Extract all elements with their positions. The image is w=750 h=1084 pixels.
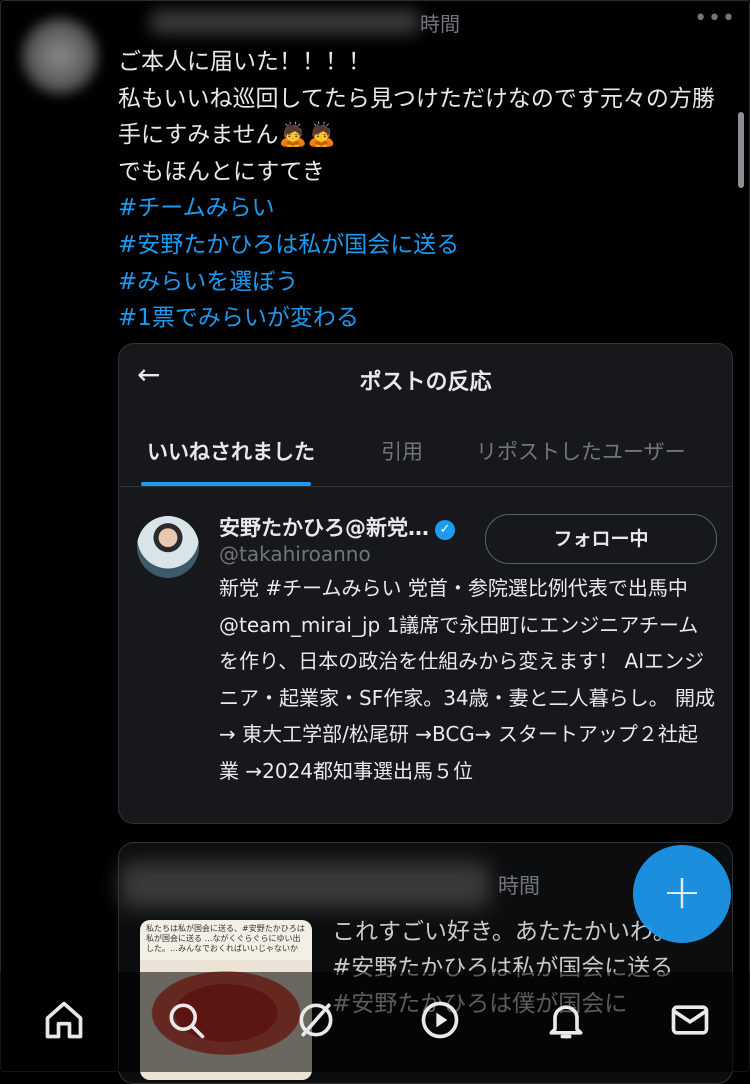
blurred-username [150, 10, 420, 34]
compose-button[interactable]: + [633, 845, 731, 943]
active-tab-indicator [141, 482, 311, 486]
tab-reposts[interactable]: リポストしたユーザー [476, 436, 686, 466]
verified-badge-icon: ✓ [435, 520, 455, 540]
notifications-icon[interactable] [544, 998, 588, 1042]
user-bio: 新党 #チームみらい 党首・参院選比例代表で出馬中 @team_mirai_jp… [219, 576, 716, 783]
card-title: ポストの反応 [359, 370, 492, 395]
embedded-screenshot-card[interactable]: ← ポストの反応 いいねされました 引用 リポストしたユーザー 安野たかひろ@新… [118, 343, 733, 824]
hashtag-link[interactable]: #チームみらい [118, 190, 728, 227]
messages-icon[interactable] [668, 998, 712, 1042]
user-avatar[interactable] [137, 516, 199, 578]
search-icon[interactable] [164, 998, 208, 1042]
blurred-username-2 [120, 862, 490, 908]
hashtag-link[interactable]: #安野たかひろは私が国会に送る [118, 227, 728, 264]
scrollbar[interactable] [738, 112, 744, 188]
reaction-tabs: いいねされました 引用 リポストしたユーザー [119, 432, 732, 487]
tweet-line: でもほんとにすてき [118, 158, 325, 185]
grok-icon[interactable] [294, 998, 338, 1042]
hashtag-link[interactable]: #みらいを選ぼう [118, 264, 728, 301]
tweet-time: 時間 [420, 12, 460, 36]
user-handle[interactable]: @takahiroanno [219, 542, 371, 566]
tweet2-time: 時間 [498, 874, 540, 898]
following-button[interactable]: フォロー中 [485, 514, 717, 564]
blurred-avatar[interactable] [22, 18, 98, 94]
more-options-icon[interactable]: ••• [694, 6, 736, 31]
tweet-text: ご本人に届いた！！！！ 私もいいね巡回してたら見つけただけなのです元々の方勝手に… [118, 44, 728, 337]
tweet-line: ご本人に届いた！！！！ [118, 49, 371, 75]
hashtag-link[interactable]: #1票でみらいが変わる [118, 300, 728, 337]
video-icon[interactable] [418, 998, 462, 1042]
tab-quotes[interactable]: 引用 [381, 436, 423, 466]
user-name[interactable]: 安野たかひろ@新党… ✓ [219, 512, 455, 542]
bottom-navigation [0, 972, 750, 1072]
thumbnail-caption: 私たちは私が国会に送る、#安野たかひろは私が国会に送る …ながくぐらぐらにゆい出… [146, 924, 305, 953]
tweet-line: 私もいいね巡回してたら見つけただけなのです元々の方勝手にすみません🙇🙇 [118, 85, 715, 149]
user-name-text: 安野たかひろ@新党… [219, 516, 429, 540]
tab-likes[interactable]: いいねされました [147, 436, 315, 466]
home-icon[interactable] [42, 998, 86, 1042]
